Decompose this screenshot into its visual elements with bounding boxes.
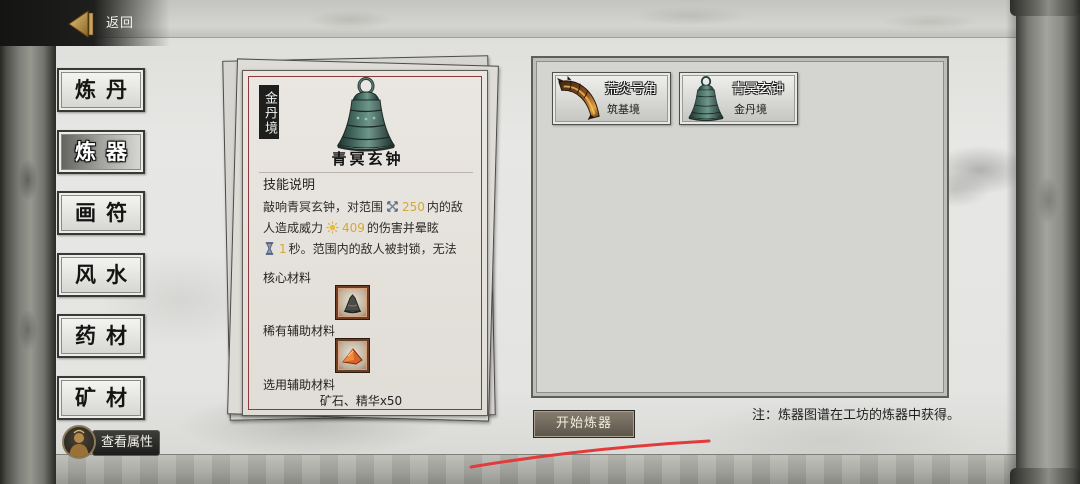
roller-cap-bottom [1010, 468, 1080, 484]
skill-description-line: 1 秒。范围内的敌人被封锁，无法 [263, 240, 457, 258]
view-attributes-button[interactable]: 查看属性 [92, 430, 160, 456]
skill-text: 秒。范围内的敌人被封锁，无法 [288, 242, 457, 256]
skill-text: 内的敌 [426, 200, 463, 214]
hint-note: 注：炼器图谱在工坊的炼器中获得。 [752, 408, 961, 423]
skill-text: 的伤害并晕眩 [366, 221, 439, 235]
skill-heading: 技能说明 [263, 178, 316, 193]
tab-talisman[interactable]: 画符 [57, 191, 145, 235]
optional-material-value: 矿石、精华x50 [319, 394, 403, 408]
tab-alchemy[interactable]: 炼丹 [57, 68, 145, 112]
recipe-name: 荒炎号角 [605, 82, 658, 97]
roller-cap-top [1010, 0, 1080, 16]
tab-label: 画符 [75, 200, 137, 225]
tab-label: 矿材 [75, 385, 137, 410]
tab-herbs[interactable]: 药材 [57, 314, 145, 358]
recipe-list-panel: 荒炎号角 筑基境 青冥玄钟 金丹境 [531, 56, 949, 398]
scroll-right-roller [1016, 0, 1080, 484]
scroll-edge-shadow [1006, 0, 1016, 484]
bronze-bell-icon [337, 77, 395, 152]
skill-description-line: 敲响青冥玄钟，对范围 250 内的敌 [263, 198, 463, 216]
power-icon [326, 221, 339, 234]
skill-description-line: 人造成威力 409 的伤害并晕眩 [263, 219, 439, 237]
tab-label: 炼器 [75, 139, 137, 164]
scroll-left-roller [0, 0, 56, 484]
tab-fengshui[interactable]: 风水 [57, 253, 145, 297]
start-forging-button[interactable]: 开始炼器 [533, 410, 635, 438]
start-forging-label: 开始炼器 [555, 416, 612, 431]
avatar-figure [69, 429, 89, 457]
realm-tag: 金丹境 [259, 85, 279, 139]
core-material-label: 核心材料 [263, 271, 312, 285]
item-detail-card: 金丹境 青冥玄钟 技能说明 敲响青冥玄钟，对范围 250 内的敌 人造成威力 409 的… [242, 70, 488, 416]
recipe-card[interactable]: 青冥玄钟 金丹境 [679, 72, 798, 125]
hourglass-icon [265, 242, 274, 255]
power-value: 409 [342, 221, 365, 235]
skill-text: 敲响青冥玄钟，对范围 [263, 200, 384, 214]
tab-label: 炼丹 [75, 77, 137, 102]
recipe-realm: 筑基境 [607, 103, 640, 116]
recipe-realm: 金丹境 [734, 103, 767, 116]
tab-ores[interactable]: 矿材 [57, 376, 145, 420]
rare-material-slot[interactable] [336, 339, 369, 372]
skill-text: 人造成威力 [263, 221, 324, 235]
tab-label: 风水 [75, 262, 137, 287]
recipe-card[interactable]: 荒炎号角 筑基境 [552, 72, 671, 125]
tab-label: 药材 [75, 323, 137, 348]
back-button[interactable]: 返回 [66, 8, 146, 40]
category-tabs: 炼丹 炼器 画符 风水 药材 矿材 [57, 68, 145, 420]
range-icon [387, 201, 398, 212]
back-arrow-icon [68, 10, 94, 38]
rare-material-label: 稀有辅助材料 [263, 324, 336, 338]
stun-duration-value: 1 [279, 242, 287, 256]
view-attributes-label: 查看属性 [100, 435, 153, 450]
horn-icon [556, 76, 600, 121]
range-value: 250 [402, 200, 425, 214]
bronze-bell-icon [688, 76, 724, 122]
core-material-slot[interactable] [336, 286, 369, 319]
scroll-bottom-border [50, 454, 1018, 484]
bell-ore-icon [343, 294, 362, 314]
scroll-top-border [50, 0, 1018, 38]
flame-shard-icon [342, 348, 363, 365]
back-label: 返回 [106, 16, 135, 31]
character-avatar-icon[interactable] [62, 425, 96, 459]
recipe-name: 青冥玄钟 [732, 82, 785, 97]
tab-artifact-forging[interactable]: 炼器 [57, 130, 145, 174]
divider [259, 172, 473, 173]
item-name: 青冥玄钟 [331, 150, 404, 168]
